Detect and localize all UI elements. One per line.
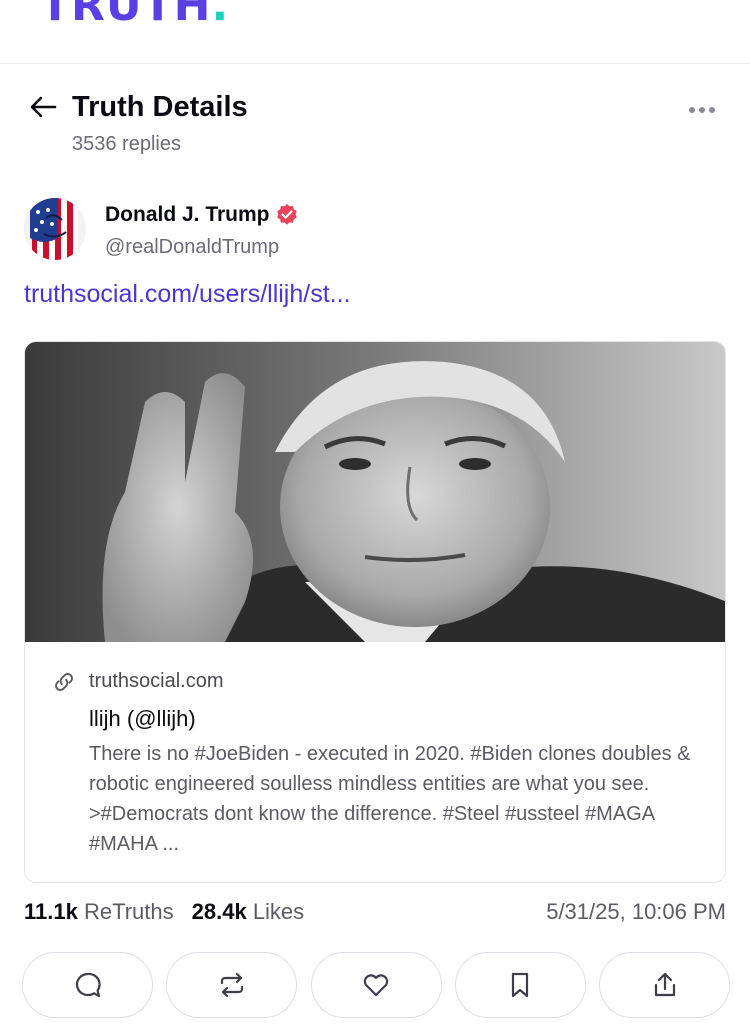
replies-count: 3536 replies: [72, 133, 181, 155]
more-dot: [699, 107, 705, 113]
avatar[interactable]: [24, 198, 86, 260]
like-button[interactable]: [310, 952, 442, 1018]
page-title: Truth Details: [72, 91, 248, 123]
share-button[interactable]: [599, 952, 730, 1018]
retruths-label: ReTruths: [83, 899, 174, 924]
more-dot: [709, 107, 715, 113]
more-dots-icon: [689, 107, 695, 113]
likes-stat[interactable]: 28.4k Likes: [192, 899, 305, 924]
back-button[interactable]: [26, 90, 60, 124]
more-options-button[interactable]: [682, 96, 722, 124]
retruth-icon: [220, 972, 243, 998]
like-icon: [363, 974, 389, 997]
logo-text: TRUTH: [40, 0, 212, 31]
preview-image: [25, 342, 725, 642]
author-name[interactable]: Donald J. Trump: [105, 203, 270, 227]
share-icon: [654, 972, 675, 997]
preview-title: llijh (@llijh): [89, 706, 196, 731]
preview-domain: truthsocial.com: [89, 670, 224, 692]
author-handle: @realDonaldTrump: [105, 236, 280, 258]
top-bar: TRUTH.: [0, 0, 750, 64]
likes-label: Likes: [252, 899, 305, 924]
retruth-button[interactable]: [166, 952, 298, 1018]
truth-logo[interactable]: TRUTH.: [40, 0, 229, 28]
bookmark-icon: [512, 972, 529, 998]
post-link[interactable]: truthsocial.com/users/llijh/st...: [24, 280, 351, 309]
reply-icon: [75, 972, 101, 998]
retruths-stat[interactable]: 11.1k ReTruths: [24, 899, 174, 924]
logo-dot: .: [211, 0, 230, 31]
post-stats: 11.1k ReTruths 28.4k Likes: [24, 899, 304, 925]
likes-count: 28.4k: [191, 899, 247, 924]
bookmark-button[interactable]: [454, 952, 586, 1018]
avatar-image: [24, 198, 86, 260]
link-icon: [55, 673, 73, 691]
back-arrow-icon: [30, 96, 57, 118]
post-timestamp: 5/31/25, 10:06 PM: [546, 899, 726, 924]
reply-button[interactable]: [22, 952, 153, 1018]
retruths-count: 11.1k: [24, 899, 78, 924]
action-bar: [22, 952, 730, 1018]
preview-description: There is no #JoeBiden - executed in 2020…: [89, 743, 691, 855]
link-preview-card[interactable]: truthsocial.com llijh (@llijh) There is …: [24, 341, 726, 883]
verified-badge-icon: [277, 204, 297, 225]
